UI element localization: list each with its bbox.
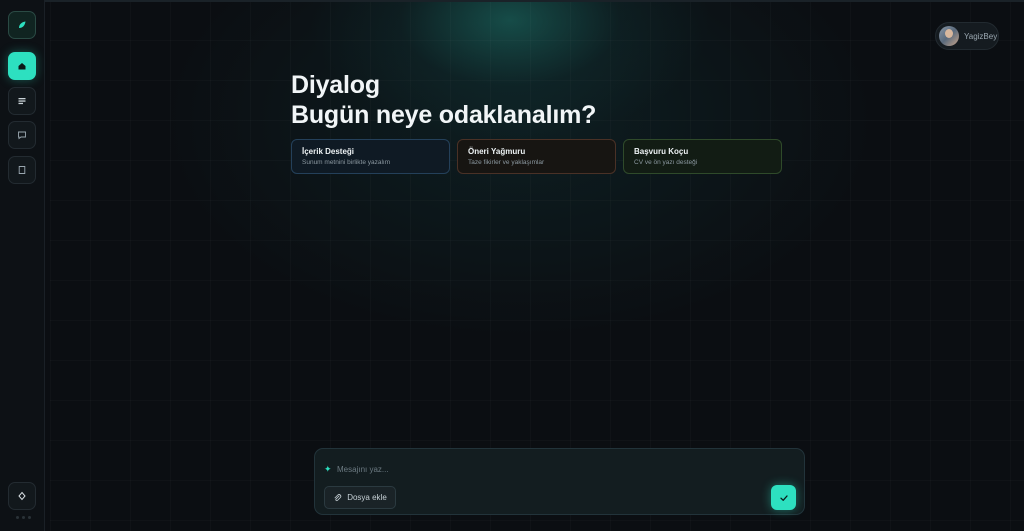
paperclip-icon (333, 493, 342, 502)
avatar (939, 26, 959, 46)
sidebar-item-list[interactable] (8, 87, 36, 115)
user-name: YagizBey (964, 31, 998, 41)
page-title: Diyalog (291, 71, 380, 99)
card-title: Başvuru Koçu (634, 147, 689, 156)
leaf-icon (17, 20, 27, 30)
sidebar-item-library[interactable] (8, 156, 36, 184)
diamond-icon (17, 491, 27, 501)
sparkle-icon: ✦ (324, 464, 332, 474)
check-icon (779, 493, 789, 503)
book-icon (17, 165, 27, 175)
home-icon (17, 61, 27, 71)
attach-file-button[interactable]: Dosya ekle (324, 486, 396, 509)
top-border (0, 0, 1024, 2)
card-title: Öneri Yağmuru (468, 147, 526, 156)
user-profile-chip[interactable]: YagizBey (935, 22, 999, 50)
send-button[interactable] (771, 485, 796, 510)
card-subtitle: Sunum metnini birlikte yazalım (302, 159, 391, 166)
page-heading: Diyalog Bugün neye odaklanalım? (291, 70, 596, 130)
sidebar (0, 0, 45, 531)
suggestion-card-content[interactable]: İçerik Desteği Sunum metnini birlikte ya… (291, 139, 450, 174)
chat-icon (17, 130, 27, 140)
sidebar-bottom-button[interactable] (8, 482, 36, 510)
page-subtitle: Bugün neye odaklanalım? (291, 101, 597, 129)
message-input[interactable] (337, 462, 737, 476)
sidebar-item-chat[interactable] (8, 121, 36, 149)
card-subtitle: Taze fikirler ve yaklaşımlar (468, 159, 545, 166)
sidebar-logo-button[interactable] (8, 11, 36, 39)
card-title: İçerik Desteği (302, 147, 355, 156)
suggestion-card-ideas[interactable]: Öneri Yağmuru Taze fikirler ve yaklaşıml… (457, 139, 616, 174)
attach-file-label: Dosya ekle (347, 493, 387, 502)
list-icon (17, 96, 27, 106)
card-subtitle: CV ve ön yazı desteği (634, 159, 698, 166)
sidebar-item-home[interactable] (8, 52, 36, 80)
suggestion-card-career[interactable]: Başvuru Koçu CV ve ön yazı desteği (623, 139, 782, 174)
sidebar-more-dots (16, 516, 31, 519)
message-composer: ✦ Dosya ekle (314, 448, 805, 515)
